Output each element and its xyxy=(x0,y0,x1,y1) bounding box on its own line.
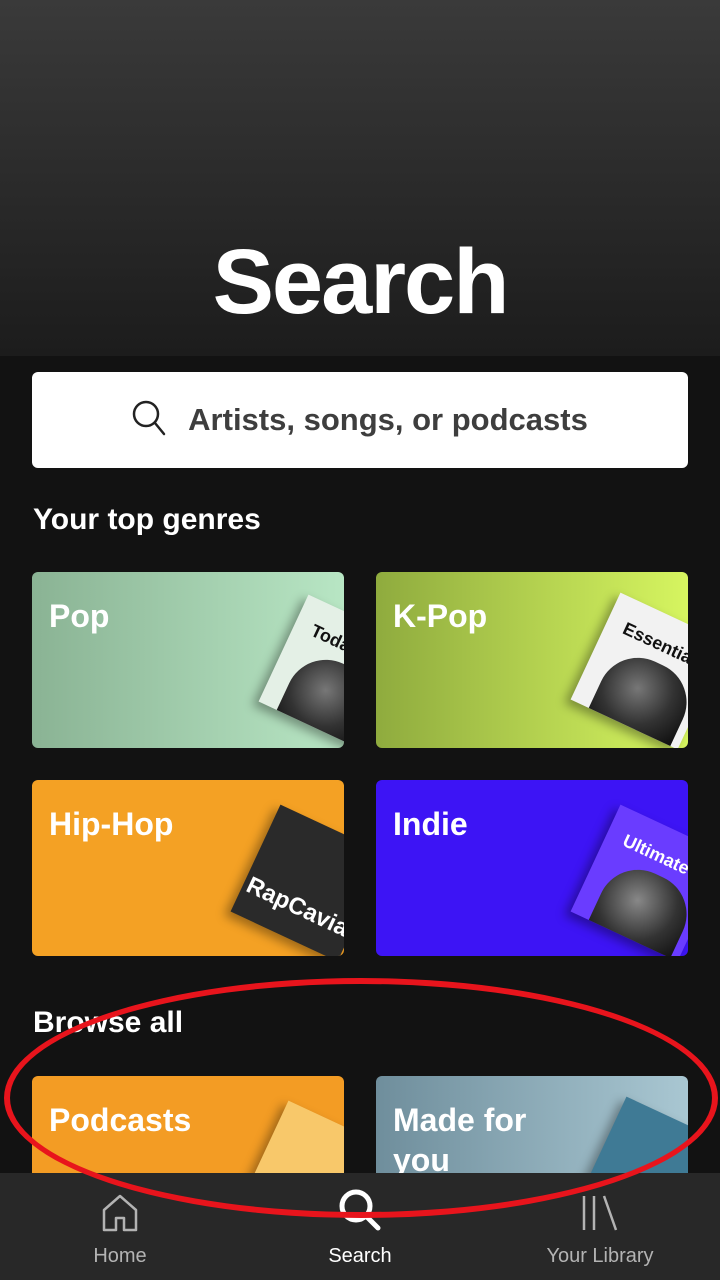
browse-all-heading: Browse all xyxy=(33,1006,184,1039)
browse-tile-label: Made for you xyxy=(393,1102,527,1178)
page-title: Search xyxy=(212,231,510,333)
tab-label: Search xyxy=(328,1245,392,1267)
search-icon xyxy=(338,1188,382,1237)
tab-label: Home xyxy=(93,1245,147,1267)
library-icon xyxy=(578,1192,622,1237)
bottom-tab-bar: Home Search Your Library xyxy=(0,1173,720,1280)
search-icon xyxy=(132,400,166,441)
tab-search[interactable]: Search xyxy=(240,1173,480,1280)
cover-title: RapCaviar xyxy=(242,871,344,947)
genre-tile-label: Pop xyxy=(49,598,110,634)
top-genres-heading: Your top genres xyxy=(33,503,261,536)
genre-tile-indie[interactable]: Indie Ultimate Indie xyxy=(376,780,688,956)
tab-home[interactable]: Home xyxy=(0,1173,240,1280)
tab-your-library[interactable]: Your Library xyxy=(480,1173,720,1280)
search-placeholder: Artists, songs, or podcasts xyxy=(188,402,588,437)
browse-tile-label: Podcasts xyxy=(49,1102,192,1138)
search-input[interactable]: Artists, songs, or podcasts xyxy=(32,372,688,468)
genre-tile-label: Hip-Hop xyxy=(49,806,174,842)
home-icon xyxy=(98,1192,142,1237)
genre-tile-pop[interactable]: Pop Today's Top Hits xyxy=(32,572,344,748)
genre-tile-hiphop[interactable]: Hip-Hop RapCaviar xyxy=(32,780,344,956)
tab-label: Your Library xyxy=(546,1245,654,1267)
genre-tile-label: Indie xyxy=(393,806,468,842)
genre-tile-kpop[interactable]: K-Pop Essential K-Pop xyxy=(376,572,688,748)
playlist-cover: Today's Top Hits xyxy=(258,594,344,748)
genre-tile-label: K-Pop xyxy=(393,598,488,634)
